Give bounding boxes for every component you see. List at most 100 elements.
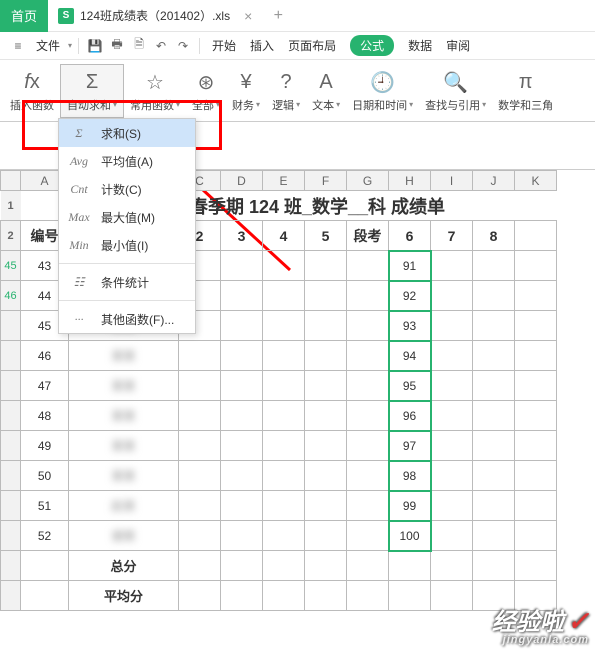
- hdr-seg: 段考: [347, 221, 389, 251]
- col-header-I[interactable]: I: [431, 171, 473, 191]
- menu-data[interactable]: 数据: [408, 37, 432, 54]
- col-header-K[interactable]: K: [515, 171, 557, 191]
- redo-icon[interactable]: ↷: [173, 36, 193, 56]
- col-header-J[interactable]: J: [473, 171, 515, 191]
- col-header-D[interactable]: D: [221, 171, 263, 191]
- print-icon[interactable]: 🖶: [107, 36, 127, 56]
- menu-start[interactable]: 开始: [212, 37, 236, 54]
- menu-pagelayout[interactable]: 页面布局: [288, 37, 336, 54]
- cell-seg[interactable]: 92: [389, 281, 431, 311]
- cell-seg[interactable]: 100: [389, 521, 431, 551]
- menu-icon[interactable]: ≡: [8, 36, 28, 56]
- stats-icon: ☷: [67, 275, 91, 290]
- close-icon[interactable]: ×: [244, 8, 252, 24]
- cell-seg[interactable]: 98: [389, 461, 431, 491]
- row-header[interactable]: [1, 581, 21, 611]
- home-tab[interactable]: 首页: [0, 0, 48, 32]
- col-header-F[interactable]: F: [305, 171, 347, 191]
- cell-seg[interactable]: 96: [389, 401, 431, 431]
- divider: [59, 263, 195, 264]
- cell-name[interactable]: 某某: [69, 371, 179, 401]
- cell-seg[interactable]: 91: [389, 251, 431, 281]
- datetime-button[interactable]: 🕘 日期和时间▾: [346, 65, 419, 117]
- dropdown-count[interactable]: Cnt 计数(C): [59, 175, 195, 203]
- row-header[interactable]: 2: [1, 221, 21, 251]
- row-header[interactable]: [1, 551, 21, 581]
- cell-no[interactable]: 51: [21, 491, 69, 521]
- count-icon: Cnt: [67, 182, 91, 197]
- row-header[interactable]: [1, 311, 21, 341]
- row-header[interactable]: [1, 371, 21, 401]
- math-button[interactable]: π 数学和三角: [492, 65, 559, 117]
- dropdown-conditional[interactable]: ☷ 条件统计: [59, 268, 195, 296]
- all-functions-button[interactable]: ⊛ 全部▾: [186, 65, 226, 117]
- dropdown-min[interactable]: Min 最小值(I): [59, 231, 195, 259]
- logic-button[interactable]: ? 逻辑▾: [266, 65, 306, 117]
- cell-no[interactable]: 52: [21, 521, 69, 551]
- row-header[interactable]: [1, 341, 21, 371]
- autosum-button[interactable]: Σ 自动求和▾: [60, 64, 124, 118]
- text-icon: A: [312, 69, 340, 97]
- hdr-4: 4: [263, 221, 305, 251]
- save-icon[interactable]: 💾: [85, 36, 105, 56]
- hdr-8: 8: [473, 221, 515, 251]
- undo-icon[interactable]: ↶: [151, 36, 171, 56]
- spreadsheet-file-icon: S: [58, 8, 74, 24]
- cell-no[interactable]: 46: [21, 341, 69, 371]
- cell-seg[interactable]: 93: [389, 311, 431, 341]
- star-icon: ☆: [141, 69, 169, 97]
- cell-name[interactable]: 某某: [69, 431, 179, 461]
- cell-no[interactable]: 49: [21, 431, 69, 461]
- dropdown-max[interactable]: Max 最大值(M): [59, 203, 195, 231]
- file-menu[interactable]: 文件: [36, 37, 60, 54]
- row-header[interactable]: [1, 491, 21, 521]
- row-header[interactable]: 45: [1, 251, 21, 281]
- cell-seg[interactable]: 97: [389, 431, 431, 461]
- menu-formula[interactable]: 公式: [350, 35, 394, 56]
- hdr-3: 3: [221, 221, 263, 251]
- row-header[interactable]: [1, 461, 21, 491]
- cell-name[interactable]: 谢某: [69, 521, 179, 551]
- row-header[interactable]: 46: [1, 281, 21, 311]
- col-header-H[interactable]: H: [389, 171, 431, 191]
- cell-no[interactable]: 48: [21, 401, 69, 431]
- cell-name[interactable]: 某某: [69, 401, 179, 431]
- file-tab-label: 124班成绩表（201402）.xls: [80, 7, 230, 24]
- dropdown-other-functions[interactable]: ··· 其他函数(F)...: [59, 305, 195, 333]
- cell-seg[interactable]: 99: [389, 491, 431, 521]
- row-header[interactable]: [1, 431, 21, 461]
- menu-review[interactable]: 审阅: [446, 37, 470, 54]
- cell-no[interactable]: 47: [21, 371, 69, 401]
- insert-function-button[interactable]: fx 插入函数: [4, 65, 60, 117]
- hdr-7: 7: [431, 221, 473, 251]
- cell-name[interactable]: 某某: [69, 461, 179, 491]
- cell-name[interactable]: 某某: [69, 341, 179, 371]
- cell-no[interactable]: 50: [21, 461, 69, 491]
- more-icon: ···: [67, 312, 91, 327]
- row-header[interactable]: [1, 401, 21, 431]
- divider: [78, 38, 79, 54]
- file-tab[interactable]: S 124班成绩表（201402）.xls ×: [48, 0, 262, 32]
- money-icon: ¥: [232, 69, 260, 97]
- dropdown-avg[interactable]: Avg 平均值(A): [59, 147, 195, 175]
- clock-icon: 🕘: [369, 69, 397, 97]
- lookup-button[interactable]: 🔍 查找与引用▾: [419, 65, 492, 117]
- text-button[interactable]: A 文本▾: [306, 65, 346, 117]
- hdr-5: 5: [305, 221, 347, 251]
- common-functions-button[interactable]: ☆ 常用函数▾: [124, 65, 186, 117]
- cell-seg[interactable]: 95: [389, 371, 431, 401]
- min-icon: Min: [67, 238, 91, 253]
- cell-name[interactable]: 赵某: [69, 491, 179, 521]
- row-header[interactable]: [1, 521, 21, 551]
- select-all-corner[interactable]: [1, 171, 21, 191]
- col-header-G[interactable]: G: [347, 171, 389, 191]
- preview-icon[interactable]: 🗎: [129, 36, 149, 56]
- menu-insert[interactable]: 插入: [250, 37, 274, 54]
- finance-button[interactable]: ¥ 财务▾: [226, 65, 266, 117]
- search-icon: 🔍: [442, 69, 470, 97]
- cell-seg[interactable]: 94: [389, 341, 431, 371]
- col-header-E[interactable]: E: [263, 171, 305, 191]
- dropdown-sum[interactable]: Σ 求和(S): [59, 119, 195, 147]
- add-tab-button[interactable]: +: [262, 7, 294, 25]
- row-header[interactable]: 1: [1, 191, 21, 221]
